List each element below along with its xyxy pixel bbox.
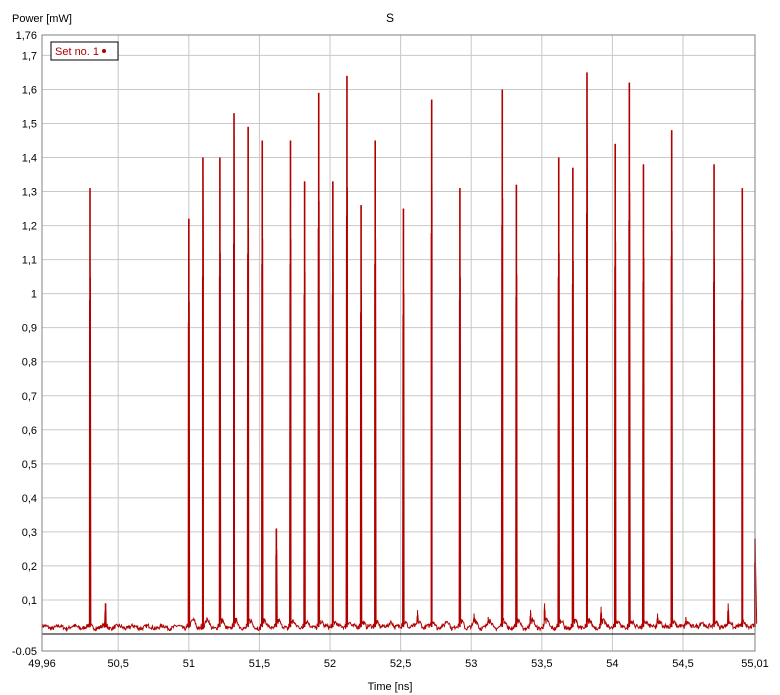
chart-title: S — [386, 11, 394, 25]
y-tick-label: 0,5 — [22, 459, 37, 471]
x-axis-label: Time [ns] — [368, 681, 413, 693]
legend[interactable]: Set no. 1 — [50, 41, 119, 61]
x-tick-label: 49,96 — [28, 658, 56, 670]
y-tick-label: 1,76 — [16, 30, 37, 42]
legend-marker-icon — [102, 49, 106, 53]
y-tick-label: 0,9 — [22, 323, 37, 335]
y-tick-label: 1,2 — [22, 221, 37, 233]
y-tick-label: 0,8 — [22, 357, 37, 369]
y-tick-label: 0,7 — [22, 391, 37, 403]
y-tick-label: 1,5 — [22, 118, 37, 130]
y-tick-label: 1,1 — [22, 255, 37, 267]
y-tick-label: 0,1 — [22, 595, 37, 607]
y-tick-label: 1,3 — [22, 187, 37, 199]
legend-label: Set no. 1 — [55, 46, 99, 58]
y-axis-label: Power [mW] — [12, 13, 72, 25]
y-tick-label: 0,2 — [22, 561, 37, 573]
x-tick-label: 53,5 — [531, 658, 552, 670]
chart-background — [0, 0, 780, 695]
x-tick-label: 55,01 — [741, 658, 769, 670]
y-tick-label: 1,4 — [22, 153, 37, 165]
y-tick-label: 0,6 — [22, 425, 37, 437]
x-tick-label: 52,5 — [390, 658, 411, 670]
y-tick-label: 1,7 — [22, 50, 37, 62]
x-tick-label: 53 — [465, 658, 477, 670]
x-tick-label: 54,5 — [672, 658, 693, 670]
y-tick-label: 0,3 — [22, 527, 37, 539]
x-tick-label: 54 — [606, 658, 618, 670]
chart: S Power [mW] Time [ns] -0.05 0,1 0,2 0,3 0,4… — [0, 0, 780, 695]
y-tick-label: -0.05 — [12, 646, 37, 658]
x-tick-label: 51 — [183, 658, 195, 670]
x-tick-label: 52 — [324, 658, 336, 670]
y-tick-label: 1,6 — [22, 84, 37, 96]
x-tick-label: 50,5 — [108, 658, 129, 670]
y-tick-label: 1 — [31, 289, 37, 301]
x-tick-label: 51,5 — [249, 658, 270, 670]
y-tick-label: 0,4 — [22, 493, 37, 505]
